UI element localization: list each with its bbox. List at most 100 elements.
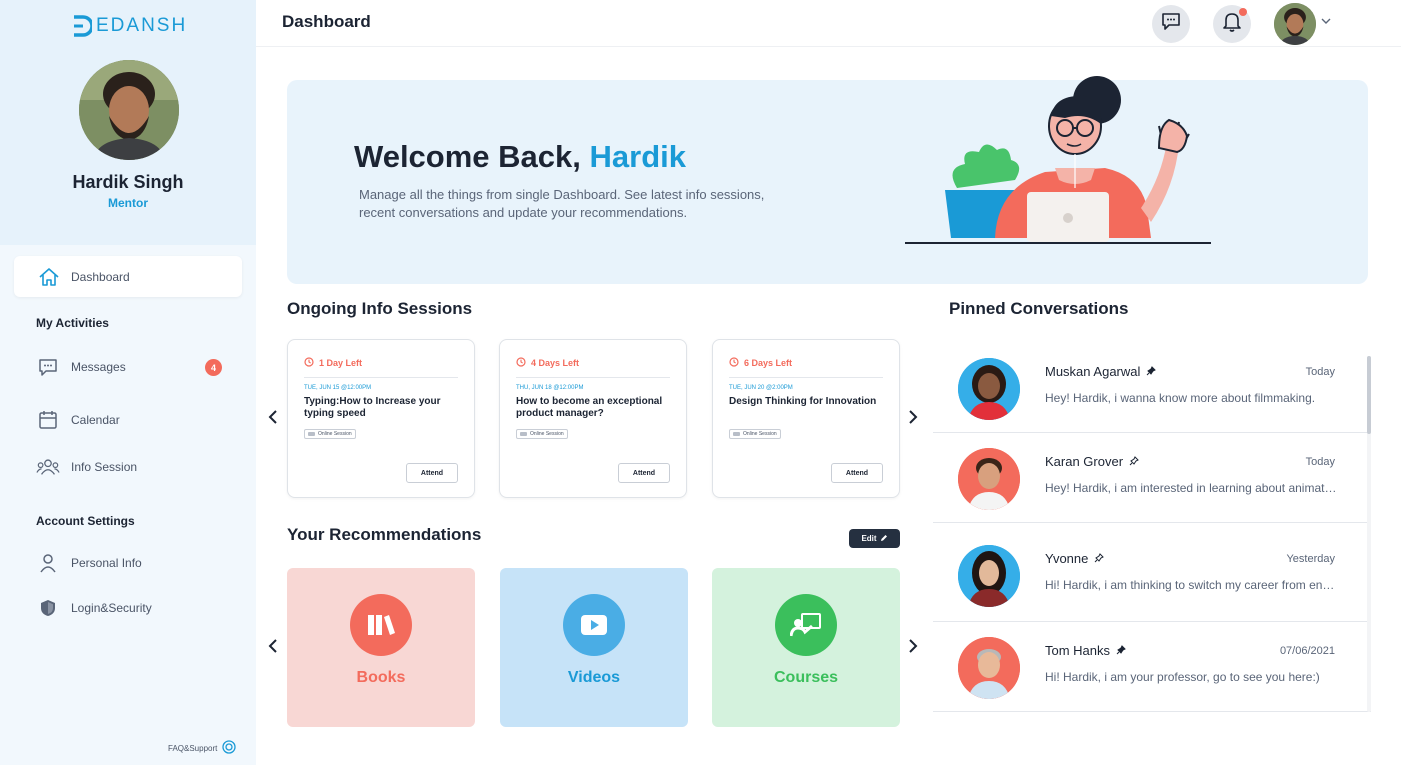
- conversation-name: Muskan Agarwal: [1045, 364, 1157, 379]
- play-icon: [563, 594, 625, 656]
- edit-recommendations-button[interactable]: Edit: [849, 529, 900, 548]
- contact-name: Tom Hanks: [1045, 643, 1111, 658]
- messages-count-badge: 4: [205, 359, 222, 376]
- users-icon: [36, 455, 60, 479]
- sessions-prev-button[interactable]: [266, 409, 280, 429]
- conversation-time: Yesterday: [1286, 553, 1335, 565]
- days-left-text: 4 Days Left: [531, 358, 580, 368]
- scrollbar-thumb[interactable]: [1367, 356, 1371, 434]
- calendar-icon: [36, 408, 60, 432]
- session-type: Online Session: [743, 431, 777, 437]
- pin-icon: [1116, 643, 1126, 658]
- days-left: 1 Day Left: [304, 357, 362, 369]
- conversation-item[interactable]: Tom Hanks 07/06/2021 Hi! Hardik, i am yo…: [933, 623, 1371, 712]
- session-type-tag: Online Session: [516, 429, 568, 439]
- session-card[interactable]: 6 Days Left TUE, JUN 20 @2:00PM Design T…: [712, 339, 900, 498]
- conversation-preview: Hey! Hardik, i am interested in learning…: [1045, 481, 1337, 495]
- notification-dot: [1239, 8, 1247, 16]
- sidebar-item-login-security[interactable]: Login&Security: [36, 596, 152, 620]
- pin-outline-icon: [1094, 551, 1105, 566]
- recommendations-next-button[interactable]: [906, 638, 920, 658]
- days-left-text: 6 Days Left: [744, 358, 793, 368]
- welcome-prefix: Welcome Back,: [354, 139, 581, 174]
- contact-name: Muskan Agarwal: [1045, 364, 1141, 379]
- chevron-left-icon: [268, 409, 278, 430]
- top-header: Dashboard: [256, 0, 1401, 47]
- recommendations-title: Your Recommendations: [287, 525, 482, 544]
- days-left-text: 1 Day Left: [319, 358, 363, 368]
- session-type: Online Session: [530, 431, 564, 437]
- conversation-time: 07/06/2021: [1279, 645, 1335, 657]
- sidebar-item-label: Login&Security: [71, 601, 152, 615]
- attend-button[interactable]: Attend: [406, 463, 458, 483]
- conversation-item[interactable]: Muskan Agarwal Today Hey! Hardik, i wann…: [933, 344, 1371, 433]
- profile-avatar[interactable]: [79, 60, 179, 160]
- recommendation-books[interactable]: Books: [287, 568, 475, 727]
- session-type-tag: Online Session: [304, 429, 356, 439]
- section-my-activities: My Activities: [36, 316, 109, 330]
- faq-label: FAQ&Support: [168, 743, 218, 753]
- chat-button[interactable]: [1152, 5, 1190, 43]
- sidebar-item-label: Calendar: [71, 413, 120, 427]
- pinned-conversations-title: Pinned Conversations: [949, 299, 1129, 318]
- attend-button[interactable]: Attend: [618, 463, 670, 483]
- clock-icon: [729, 357, 739, 369]
- video-icon: [308, 432, 315, 436]
- recommendation-label: Books: [356, 669, 406, 686]
- profile-role: Mentor: [108, 196, 148, 210]
- presentation-icon: [775, 594, 837, 656]
- avatar: [958, 637, 1020, 699]
- session-card[interactable]: 1 Day Left TUE, JUN 15 @12:00PM Typing:H…: [287, 339, 475, 498]
- pin-icon: [1146, 364, 1157, 379]
- recommendations-prev-button[interactable]: [266, 638, 280, 658]
- welcome-name: Hardik: [589, 139, 686, 174]
- user-icon: [36, 551, 60, 575]
- sidebar-item-label: Messages: [71, 360, 126, 374]
- recommendation-courses[interactable]: Courses: [712, 568, 900, 727]
- conversation-time: Today: [1305, 456, 1335, 468]
- sidebar-item-label: Personal Info: [71, 556, 142, 570]
- sidebar-item-messages[interactable]: Messages: [36, 355, 126, 379]
- profile-name: Hardik Singh: [72, 172, 184, 192]
- session-card[interactable]: 4 Days Left THU, JUN 18 @12:00PM How to …: [499, 339, 687, 498]
- page-title: Dashboard: [282, 12, 371, 31]
- books-icon: [350, 594, 412, 656]
- session-title: Design Thinking for Innovation: [729, 396, 877, 407]
- logo[interactable]: EDANSH: [72, 15, 187, 37]
- sidebar-item-dashboard[interactable]: Dashboard: [14, 256, 242, 297]
- sidebar-item-personal-info[interactable]: Personal Info: [36, 551, 142, 575]
- video-icon: [520, 432, 527, 436]
- conversation-preview: Hi! Hardik, i am thinking to switch my c…: [1045, 578, 1337, 592]
- sidebar-item-info-session[interactable]: Info Session: [36, 455, 137, 479]
- session-type: Online Session: [318, 431, 352, 437]
- conversation-preview: Hi! Hardik, i am your professor, go to s…: [1045, 670, 1320, 684]
- session-date: TUE, JUN 15 @12:00PM: [304, 385, 372, 391]
- clock-icon: [516, 357, 526, 369]
- notifications-button[interactable]: [1213, 5, 1251, 43]
- clock-icon: [304, 357, 314, 369]
- recommendation-videos[interactable]: Videos: [500, 568, 688, 727]
- recommendation-label: Videos: [567, 669, 621, 686]
- pencil-icon: [880, 534, 888, 544]
- days-left: 6 Days Left: [729, 357, 792, 369]
- header-avatar[interactable]: [1274, 3, 1316, 45]
- conversation-name: Tom Hanks: [1045, 643, 1126, 658]
- sidebar-item-calendar[interactable]: Calendar: [36, 408, 120, 432]
- sessions-next-button[interactable]: [906, 409, 920, 429]
- sidebar-item-label: Info Session: [71, 460, 138, 474]
- attend-button[interactable]: Attend: [831, 463, 883, 483]
- conversation-preview: Hey! Hardik, i wanna know more about fil…: [1045, 391, 1316, 405]
- welcome-illustration: [905, 76, 1211, 244]
- faq-support-link[interactable]: FAQ&Support: [168, 740, 237, 756]
- welcome-subtitle: Manage all the things from single Dashbo…: [359, 187, 765, 220]
- conversations-scrollbar[interactable]: [1367, 356, 1371, 712]
- contact-name: Karan Grover: [1045, 454, 1124, 469]
- chevron-down-icon[interactable]: [1320, 14, 1332, 32]
- conversation-name: Karan Grover: [1045, 454, 1139, 469]
- avatar: [958, 448, 1020, 510]
- shield-icon: [36, 596, 60, 620]
- conversation-item[interactable]: Karan Grover Today Hey! Hardik, i am int…: [933, 434, 1371, 523]
- conversation-item[interactable]: Yvonne Yesterday Hi! Hardik, i am thinki…: [933, 525, 1371, 622]
- sidebar: EDANSH Hardik Singh Mentor Dashboard My …: [0, 0, 256, 765]
- session-type-tag: Online Session: [729, 429, 781, 439]
